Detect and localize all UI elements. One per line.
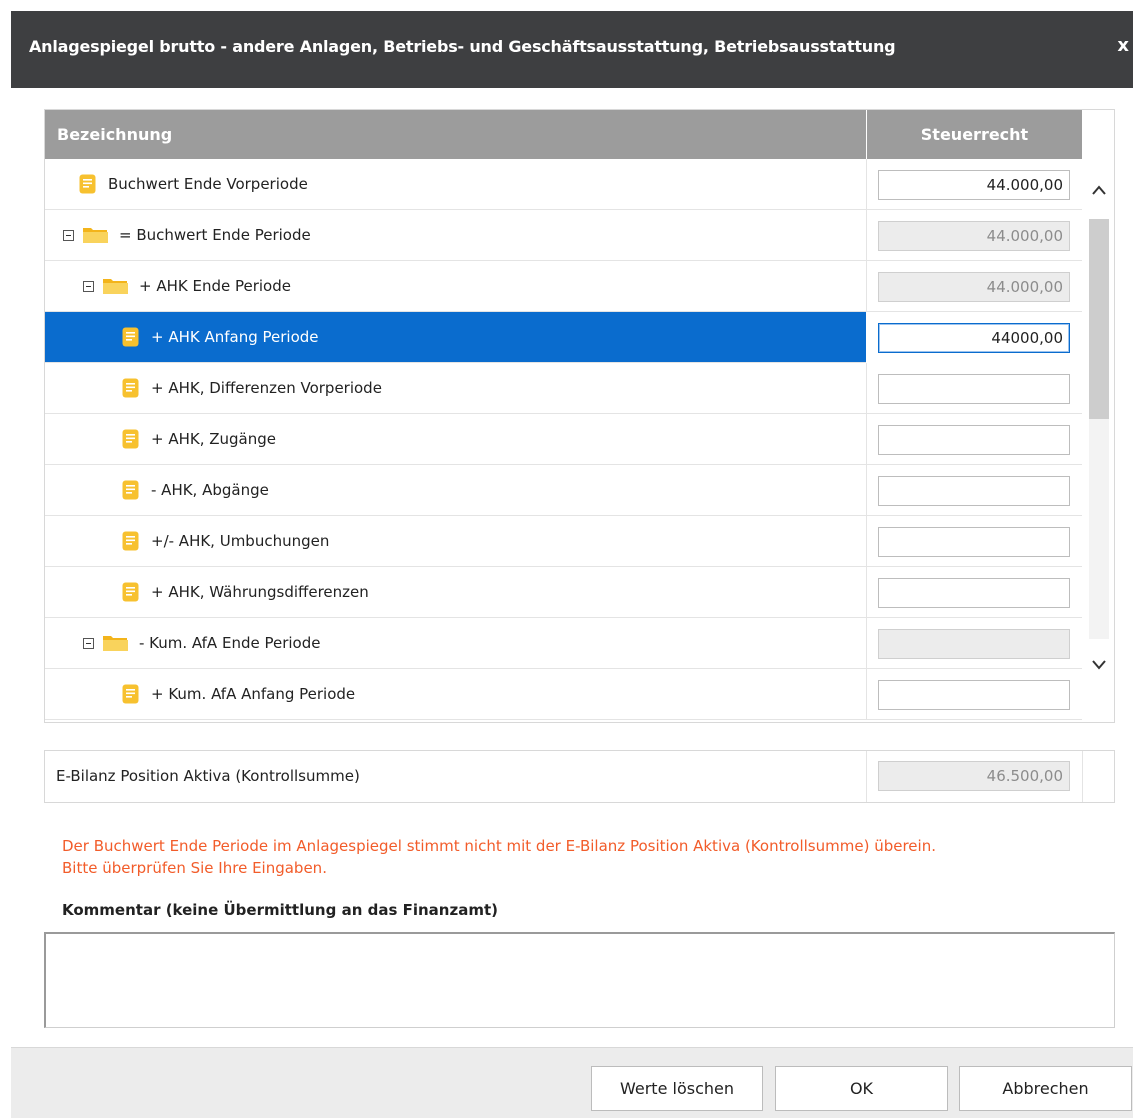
row-name: - Kum. AfA Ende Periode [83, 618, 320, 668]
grid-row-ahk-differenzen-vorperiode[interactable]: + AHK, Differenzen Vorperiode [45, 363, 1082, 414]
dialog-title: Anlagespiegel brutto - andere Anlagen, B… [29, 37, 896, 56]
row-name: - AHK, Abgänge [122, 465, 269, 515]
document-icon [122, 684, 139, 704]
scroll-up-icon[interactable] [1091, 184, 1107, 196]
value-field[interactable] [878, 476, 1070, 506]
collapse-toggle-icon[interactable] [63, 229, 74, 241]
column-divider [866, 751, 867, 802]
comment-textarea[interactable] [44, 932, 1115, 1028]
row-name: +/- AHK, Umbuchungen [122, 516, 329, 566]
document-icon [122, 429, 139, 449]
row-label: + Kum. AfA Anfang Periode [151, 685, 356, 703]
value-field[interactable] [878, 425, 1070, 455]
clear-values-button[interactable]: Werte löschen [591, 1066, 763, 1111]
control-sum-label: E-Bilanz Position Aktiva (Kontrollsumme) [56, 767, 360, 785]
row-label: + AHK, Differenzen Vorperiode [151, 379, 382, 397]
grid-row-buchwert-ende-vorperiode[interactable]: Buchwert Ende Vorperiode 44.000,00 [45, 159, 1082, 210]
grid-row-ahk-waehrungsdifferenzen[interactable]: + AHK, Währungsdifferenzen [45, 567, 1082, 618]
close-icon[interactable]: x [1117, 35, 1129, 56]
row-name: + Kum. AfA Anfang Periode [122, 669, 355, 719]
vertical-scrollbar[interactable] [1083, 159, 1114, 722]
column-divider [866, 363, 867, 414]
column-divider [866, 465, 867, 516]
asset-grid: Bezeichnung Steuerrecht Buchwert Ende Vo… [44, 109, 1115, 723]
column-divider [866, 618, 867, 669]
row-name: Buchwert Ende Vorperiode [79, 159, 308, 209]
column-divider [866, 516, 867, 567]
row-name: + AHK, Zugänge [122, 414, 276, 464]
value-field[interactable] [878, 578, 1070, 608]
grid-row-kum-afa-ende-periode[interactable]: - Kum. AfA Ende Periode [45, 618, 1082, 669]
cancel-button[interactable]: Abbrechen [959, 1066, 1132, 1111]
row-label: Buchwert Ende Vorperiode [108, 175, 308, 193]
value-field[interactable] [878, 680, 1070, 710]
folder-icon [103, 636, 128, 651]
column-divider [1082, 751, 1083, 802]
grid-row-ahk-zugaenge[interactable]: + AHK, Zugänge [45, 414, 1082, 465]
row-label: - Kum. AfA Ende Periode [139, 634, 321, 652]
grid-row-ahk-ende-periode[interactable]: + AHK Ende Periode 44.000,00 [45, 261, 1082, 312]
grid-row-buchwert-ende-periode[interactable]: = Buchwert Ende Periode 44.000,00 [45, 210, 1082, 261]
column-divider [866, 312, 867, 363]
scrollbar-thumb[interactable] [1089, 219, 1109, 419]
value-field[interactable] [878, 527, 1070, 557]
control-sum-value: 46.500,00 [878, 761, 1070, 791]
value-field-readonly: 44.000,00 [878, 272, 1070, 302]
control-sum-row: E-Bilanz Position Aktiva (Kontrollsumme)… [44, 750, 1115, 803]
grid-row-kum-afa-anfang-periode[interactable]: + Kum. AfA Anfang Periode [45, 669, 1082, 720]
row-label: + AHK, Zugänge [151, 430, 277, 448]
column-divider [866, 669, 867, 720]
document-icon [122, 582, 139, 602]
row-label: = Buchwert Ende Periode [119, 226, 311, 244]
row-name: + AHK, Differenzen Vorperiode [122, 363, 382, 413]
value-field-readonly: 44.000,00 [878, 221, 1070, 251]
warning-line-1: Der Buchwert Ende Periode im Anlagespieg… [62, 837, 936, 855]
column-divider [866, 159, 867, 210]
document-icon [79, 174, 96, 194]
scroll-down-icon[interactable] [1091, 659, 1107, 671]
row-name: + AHK, Währungsdifferenzen [122, 567, 369, 617]
comment-label: Kommentar (keine Übermittlung an das Fin… [62, 901, 498, 919]
column-divider [866, 567, 867, 618]
folder-icon [83, 228, 108, 243]
grid-rows: Buchwert Ende Vorperiode 44.000,00 = Buc… [45, 159, 1082, 720]
column-header-steuerrecht[interactable]: Steuerrecht [866, 110, 1082, 159]
row-label: + AHK, Währungsdifferenzen [151, 583, 369, 601]
row-label: + AHK Anfang Periode [151, 328, 319, 346]
document-icon [122, 480, 139, 500]
collapse-toggle-icon[interactable] [83, 637, 94, 649]
grid-row-ahk-abgaenge[interactable]: - AHK, Abgänge [45, 465, 1082, 516]
warning-line-2: Bitte überprüfen Sie Ihre Eingaben. [62, 859, 327, 877]
column-header-bezeichnung[interactable]: Bezeichnung [57, 125, 172, 144]
grid-header: Bezeichnung Steuerrecht [45, 110, 1082, 159]
folder-icon [103, 279, 128, 294]
row-name: = Buchwert Ende Periode [63, 210, 311, 260]
grid-row-ahk-umbuchungen[interactable]: +/- AHK, Umbuchungen [45, 516, 1082, 567]
row-label: - AHK, Abgänge [151, 481, 269, 499]
value-field[interactable] [878, 374, 1070, 404]
document-icon [122, 531, 139, 551]
value-field-readonly [878, 629, 1070, 659]
column-divider [866, 210, 867, 261]
validation-warning: Der Buchwert Ende Periode im Anlagespieg… [62, 835, 936, 879]
value-field-active[interactable]: 44000,00 [878, 323, 1070, 353]
document-icon [122, 378, 139, 398]
value-field[interactable]: 44.000,00 [878, 170, 1070, 200]
grid-row-ahk-anfang-periode[interactable]: + AHK Anfang Periode 44000,00 [45, 312, 1082, 363]
row-label: +/- AHK, Umbuchungen [151, 532, 330, 550]
row-label: + AHK Ende Periode [139, 277, 291, 295]
row-name: + AHK Anfang Periode [122, 312, 319, 362]
column-divider [866, 261, 867, 312]
collapse-toggle-icon[interactable] [83, 280, 94, 292]
dialog-titlebar: Anlagespiegel brutto - andere Anlagen, B… [11, 11, 1133, 88]
column-divider [866, 414, 867, 465]
document-icon [122, 327, 139, 347]
row-name: + AHK Ende Periode [83, 261, 291, 311]
ok-button[interactable]: OK [775, 1066, 948, 1111]
